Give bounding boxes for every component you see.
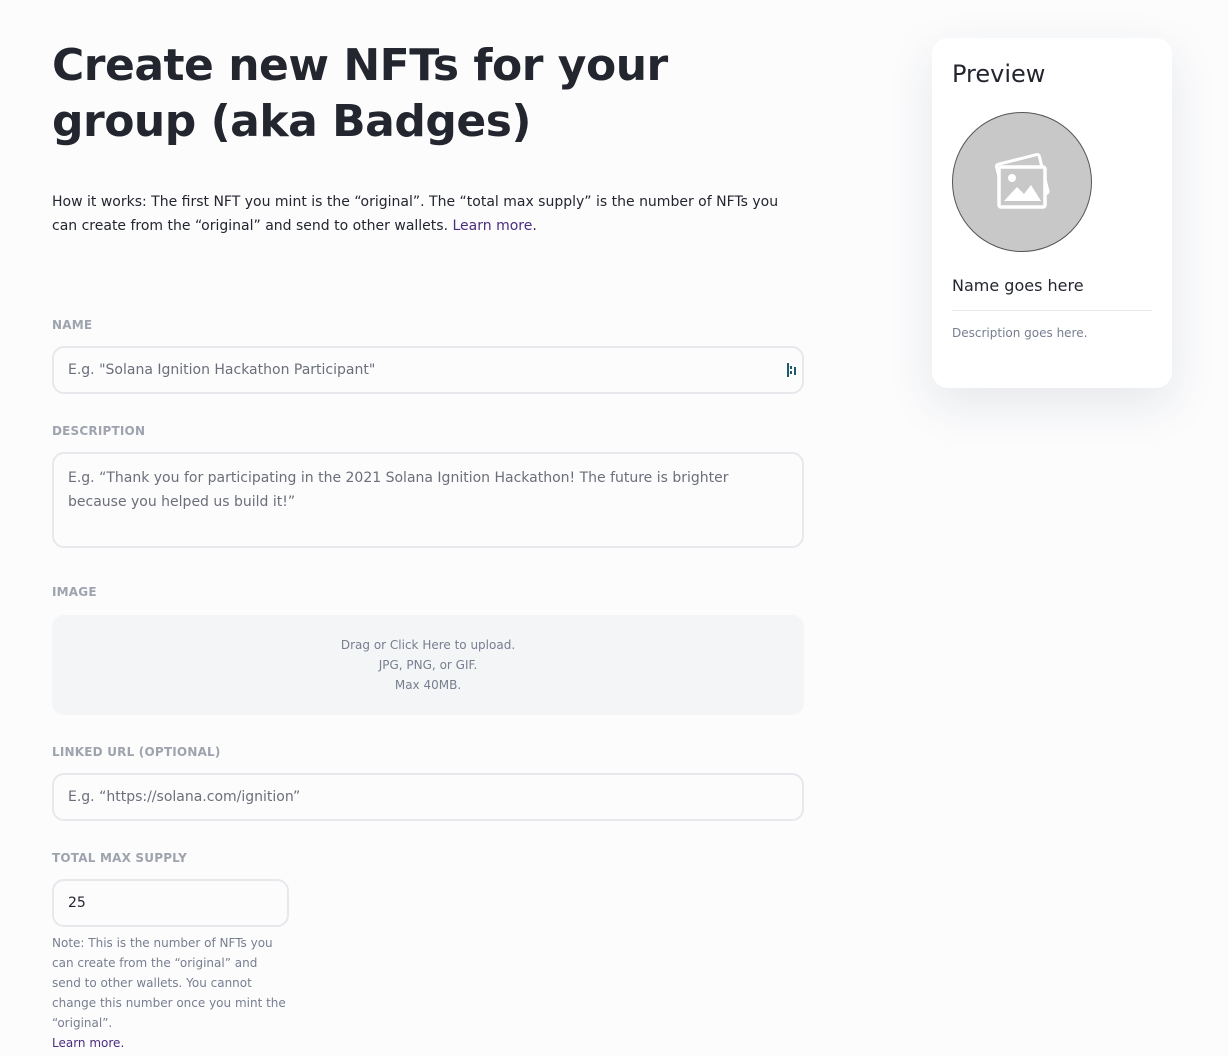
max-supply-field-group: TOTAL MAX SUPPLY 25 Note: This is the nu… <box>52 851 804 1053</box>
create-nft-form-section: Create new NFTs for your group (aka Badg… <box>52 38 804 1053</box>
preview-name: Name goes here <box>952 274 1152 311</box>
preview-image <box>952 112 1092 252</box>
preview-title: Preview <box>952 60 1046 88</box>
max-supply-note-text: Note: This is the number of NFTs you can… <box>52 936 286 1030</box>
linked-url-field-group: LINKED URL (OPTIONAL) E.g. “https://sola… <box>52 745 804 821</box>
description-label: DESCRIPTION <box>52 424 146 438</box>
page-title: Create new NFTs for your group (aka Badg… <box>52 40 668 147</box>
description-field-group: DESCRIPTION E.g. “Thank you for particip… <box>52 424 804 548</box>
preview-card: Preview Name goes here Description goes … <box>932 38 1172 388</box>
description-input[interactable]: E.g. “Thank you for participating in the… <box>52 452 804 548</box>
password-manager-icon[interactable] <box>787 363 797 377</box>
preview-description: Description goes here. <box>952 326 1088 340</box>
image-field-group: IMAGE Drag or Click Here to upload. JPG,… <box>52 585 804 715</box>
max-supply-note: Note: This is the number of NFTs you can… <box>52 933 288 1053</box>
image-upload-dropzone[interactable]: Drag or Click Here to upload. JPG, PNG, … <box>52 615 804 715</box>
learn-more-link[interactable]: Learn more <box>452 218 532 234</box>
name-placeholder: E.g. "Solana Ignition Hackathon Particip… <box>68 362 376 378</box>
upload-instruction: Drag or Click Here to upload. <box>340 638 516 652</box>
linked-url-input[interactable]: E.g. “https://solana.com/ignition” <box>52 773 804 821</box>
linked-url-label: LINKED URL (OPTIONAL) <box>52 745 221 759</box>
name-label: NAME <box>52 318 93 332</box>
upload-formats: JPG, PNG, or GIF. <box>378 658 478 672</box>
name-field-group: NAME E.g. "Solana Ignition Hackathon Par… <box>52 318 804 394</box>
max-supply-label: TOTAL MAX SUPPLY <box>52 851 188 865</box>
intro-body: How it works: The first NFT you mint is … <box>52 194 779 234</box>
description-placeholder: E.g. “Thank you for participating in the… <box>68 470 729 510</box>
upload-size-limit: Max 40MB. <box>394 678 462 692</box>
max-supply-value: 25 <box>68 895 86 911</box>
intro-text: How it works: The first NFT you mint is … <box>52 190 804 238</box>
name-input[interactable]: E.g. "Solana Ignition Hackathon Particip… <box>52 346 804 394</box>
max-supply-learn-more-link[interactable]: Learn more. <box>52 1036 124 1050</box>
intro-suffix: . <box>532 218 537 234</box>
image-label: IMAGE <box>52 585 97 599</box>
image-placeholder-icon <box>994 153 1050 209</box>
linked-url-placeholder: E.g. “https://solana.com/ignition” <box>68 789 301 805</box>
max-supply-input[interactable]: 25 <box>52 879 289 927</box>
